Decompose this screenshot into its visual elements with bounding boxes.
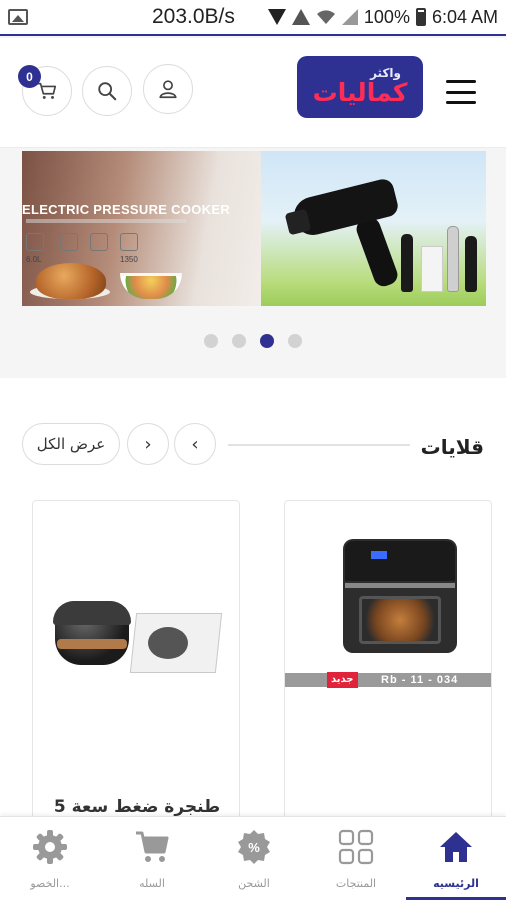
nav-cart[interactable]: السله [102,817,202,900]
carousel-dot-active[interactable] [260,334,274,348]
slide-subtitle-line [26,219,186,223]
nav-label: الخصو... [30,877,70,890]
air-fryer-panel [345,541,455,581]
logo-wordmark: كماليات [312,78,408,107]
warning-icon [291,9,310,25]
cart-count-badge: 0 [18,65,41,88]
search-button[interactable] [82,66,132,116]
menu-icon [446,80,476,83]
new-badge: جديد [327,672,358,688]
air-fryer-handle [345,583,455,588]
percent-icon: % [234,827,274,867]
product-name: طنجرة ضغط سعة 5 [53,797,221,817]
spec-icon [90,233,108,251]
clock: 6:04 AM [431,6,498,27]
carousel-dot[interactable] [232,334,246,348]
product-card[interactable]: جديد Rb - 11 - 034 [284,500,492,830]
carousel-dot[interactable] [204,334,218,348]
carousel-dot[interactable] [288,334,302,348]
pressure-cooker-lid [53,601,131,625]
brand-logo[interactable]: واكثر كماليات [297,56,423,118]
box-print-image [148,627,188,659]
status-left [8,9,28,25]
clipper-image [401,234,413,292]
gear-icon [30,827,70,867]
status-right: 100% 6:04 AM [267,6,498,28]
battery-percent: 100% [363,6,410,27]
air-fryer-window [359,596,441,644]
hair-dryer-image [353,215,401,289]
app-header: 0 واكثر كماليات [0,38,506,148]
grid-icon [336,827,376,867]
view-all-button[interactable]: عرض الكل [22,423,120,465]
spec-icon [60,233,78,251]
svg-text:%: % [248,840,260,855]
network-speed: 203.0B/s [152,5,235,28]
product-code: Rb - 11 - 034 [381,674,459,686]
signal-icon [341,9,358,25]
cart-icon [132,827,172,867]
carousel-indicators [0,334,506,348]
chevron-left-icon: ‹ [191,433,199,455]
section-divider [228,444,410,446]
section-title: قلايات [420,435,484,459]
menu-button[interactable] [446,80,476,104]
bottom-navigation: الرئيسيه المنتجات % الشحن السله الخصو... [0,816,506,900]
product-card[interactable]: طنجرة ضغط سعة 5 [32,500,240,830]
nav-label: المنتجات [335,877,377,890]
category-section-fryers: قلايات ‹ › عرض الكل جديد Rb - 11 - 034 ط… [0,378,506,830]
chevron-right-icon: › [144,433,152,455]
nav-shipping[interactable]: % الشحن [204,817,304,900]
product-box-image [421,246,443,292]
nav-products[interactable]: المنتجات [306,817,406,900]
spec-icon [26,233,44,251]
battery-icon [415,8,426,26]
nav-label: الرئيسيه [433,877,479,890]
spec-icon [120,233,138,251]
nav-discounts[interactable]: الخصو... [0,817,100,900]
trimmer-image [447,226,459,292]
home-icon [436,827,476,867]
air-fryer-display [371,551,387,559]
banner-carousel: ELECTRIC PRESSURE COOKER 6.0L 1350 [0,149,506,377]
user-icon [159,80,177,99]
pressure-cooker-band [57,639,127,649]
wifi-icon [316,10,335,24]
nav-label: السله [139,877,165,890]
roast-chicken-image [36,263,106,299]
salad-bowl-image [120,273,182,299]
search-icon [98,82,117,101]
photo-notification-icon [8,9,28,25]
hair-dryer-slide[interactable] [261,151,486,306]
banner-slides[interactable]: ELECTRIC PRESSURE COOKER 6.0L 1350 [22,151,486,306]
slide-title: ELECTRIC PRESSURE COOKER [22,202,231,217]
prev-arrow-button[interactable]: ‹ [174,423,216,465]
nose-trimmer-image [465,236,477,292]
next-arrow-button[interactable]: › [127,423,169,465]
nav-home[interactable]: الرئيسيه [406,817,506,900]
app-screen: 203.0B/s 100% 6:04 AM 0 واكثر كماليات EL… [0,0,506,900]
pressure-cooker-slide[interactable]: ELECTRIC PRESSURE COOKER 6.0L 1350 [22,151,261,306]
cart-icon [37,82,57,99]
spec-capacity: 6.0L [26,255,42,264]
account-button[interactable] [143,64,193,114]
spec-power: 1350 [120,255,138,264]
status-bar: 203.0B/s 100% 6:04 AM [0,0,506,36]
download-icon [267,9,286,25]
nav-label: الشحن [238,877,270,890]
